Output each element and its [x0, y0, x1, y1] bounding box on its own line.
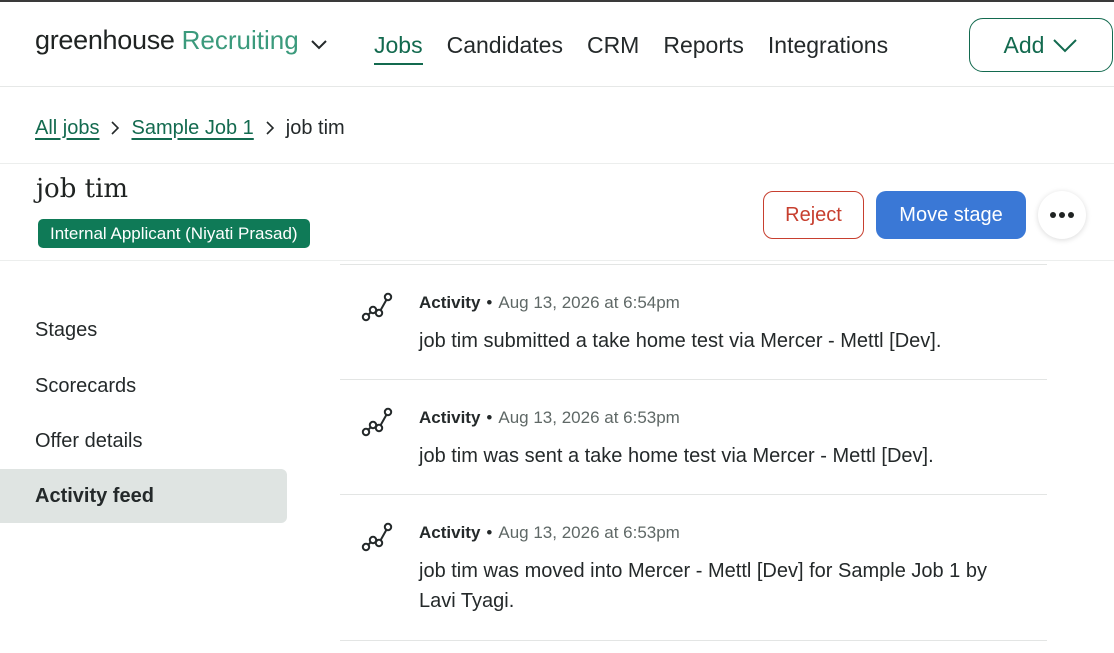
top-nav: greenhouse Recruiting Jobs Candidates CR…	[0, 2, 1114, 87]
feed-meta: Activity • Aug 13, 2026 at 6:53pm	[419, 523, 680, 543]
chevron-right-icon	[254, 118, 286, 138]
feed-item: Activity • Aug 13, 2026 at 6:53pm job tim …	[340, 495, 1047, 641]
move-stage-button[interactable]: Move stage	[876, 191, 1026, 239]
sidebar-item-label: Offer details	[35, 429, 143, 452]
nav-link-reports[interactable]: Reports	[663, 32, 744, 65]
breadcrumb: All jobs Sample Job 1 job tim	[35, 113, 345, 143]
internal-applicant-badge: Internal Applicant (Niyati Prasad)	[38, 219, 310, 248]
feed-text: job tim was sent a take home test via Me…	[419, 445, 934, 467]
logo-wordmark: greenhouse	[35, 25, 175, 55]
activity-graph-icon	[361, 407, 393, 437]
feed-timestamp: Aug 13, 2026 at 6:54pm	[498, 293, 680, 312]
reject-button[interactable]: Reject	[763, 191, 864, 239]
sidebar-item-activity-feed[interactable]: Activity feed	[0, 469, 287, 523]
breadcrumb-all-jobs[interactable]: All jobs	[35, 117, 99, 140]
chevron-right-icon	[99, 118, 131, 138]
feed-meta: Activity • Aug 13, 2026 at 6:54pm	[419, 293, 680, 313]
feed-separator: •	[486, 523, 493, 542]
add-button-label: Add	[1003, 31, 1045, 58]
nav-link-candidates[interactable]: Candidates	[447, 32, 563, 65]
chevron-down-icon	[310, 39, 327, 49]
sidebar-item-label: Stages	[35, 318, 98, 341]
feed-type: Activity	[419, 408, 481, 427]
feed-meta: Activity • Aug 13, 2026 at 6:53pm	[419, 408, 680, 428]
breadcrumb-current: job tim	[285, 116, 345, 139]
sidebar-item-scorecards[interactable]: Scorecards	[0, 359, 287, 413]
feed-type: Activity	[419, 293, 481, 312]
feed-separator: •	[486, 293, 493, 312]
sidebar-item-label: Scorecards	[35, 374, 137, 397]
sidebar-item-label: Activity feed	[35, 484, 154, 507]
ellipsis-icon	[1050, 212, 1074, 218]
logo-product-name: Recruiting	[181, 25, 299, 55]
activity-graph-icon	[361, 522, 393, 552]
nav-links: Jobs Candidates CRM Reports Integrations	[374, 32, 888, 65]
chevron-down-icon	[1053, 39, 1078, 53]
feed-timestamp: Aug 13, 2026 at 6:53pm	[498, 408, 680, 427]
divider	[0, 260, 1114, 261]
sidebar-item-offer-details[interactable]: Offer details	[0, 414, 287, 468]
feed-item: Activity • Aug 13, 2026 at 6:53pm job tim …	[340, 380, 1047, 495]
breadcrumb-sample-job[interactable]: Sample Job 1	[131, 117, 253, 140]
feed-separator: •	[486, 408, 493, 427]
feed-item: Activity • Aug 13, 2026 at 6:54pm job tim …	[340, 265, 1047, 380]
sidebar-item-stages[interactable]: Stages	[0, 303, 287, 357]
candidate-name: job tim	[36, 174, 129, 204]
more-actions-button[interactable]	[1038, 191, 1086, 239]
feed-text: job tim submitted a take home test via M…	[419, 330, 942, 352]
nav-link-jobs[interactable]: Jobs	[374, 32, 423, 65]
feed-timestamp: Aug 13, 2026 at 6:53pm	[498, 523, 680, 542]
activity-graph-icon	[361, 292, 393, 322]
add-button[interactable]: Add	[969, 18, 1113, 72]
feed-type: Activity	[419, 523, 481, 542]
nav-link-crm[interactable]: CRM	[587, 32, 639, 65]
nav-link-integrations[interactable]: Integrations	[768, 32, 888, 65]
divider	[0, 163, 1114, 164]
feed-text: job tim was moved into Mercer - Mettl [D…	[419, 560, 987, 612]
product-switcher[interactable]: greenhouse Recruiting	[35, 25, 329, 56]
